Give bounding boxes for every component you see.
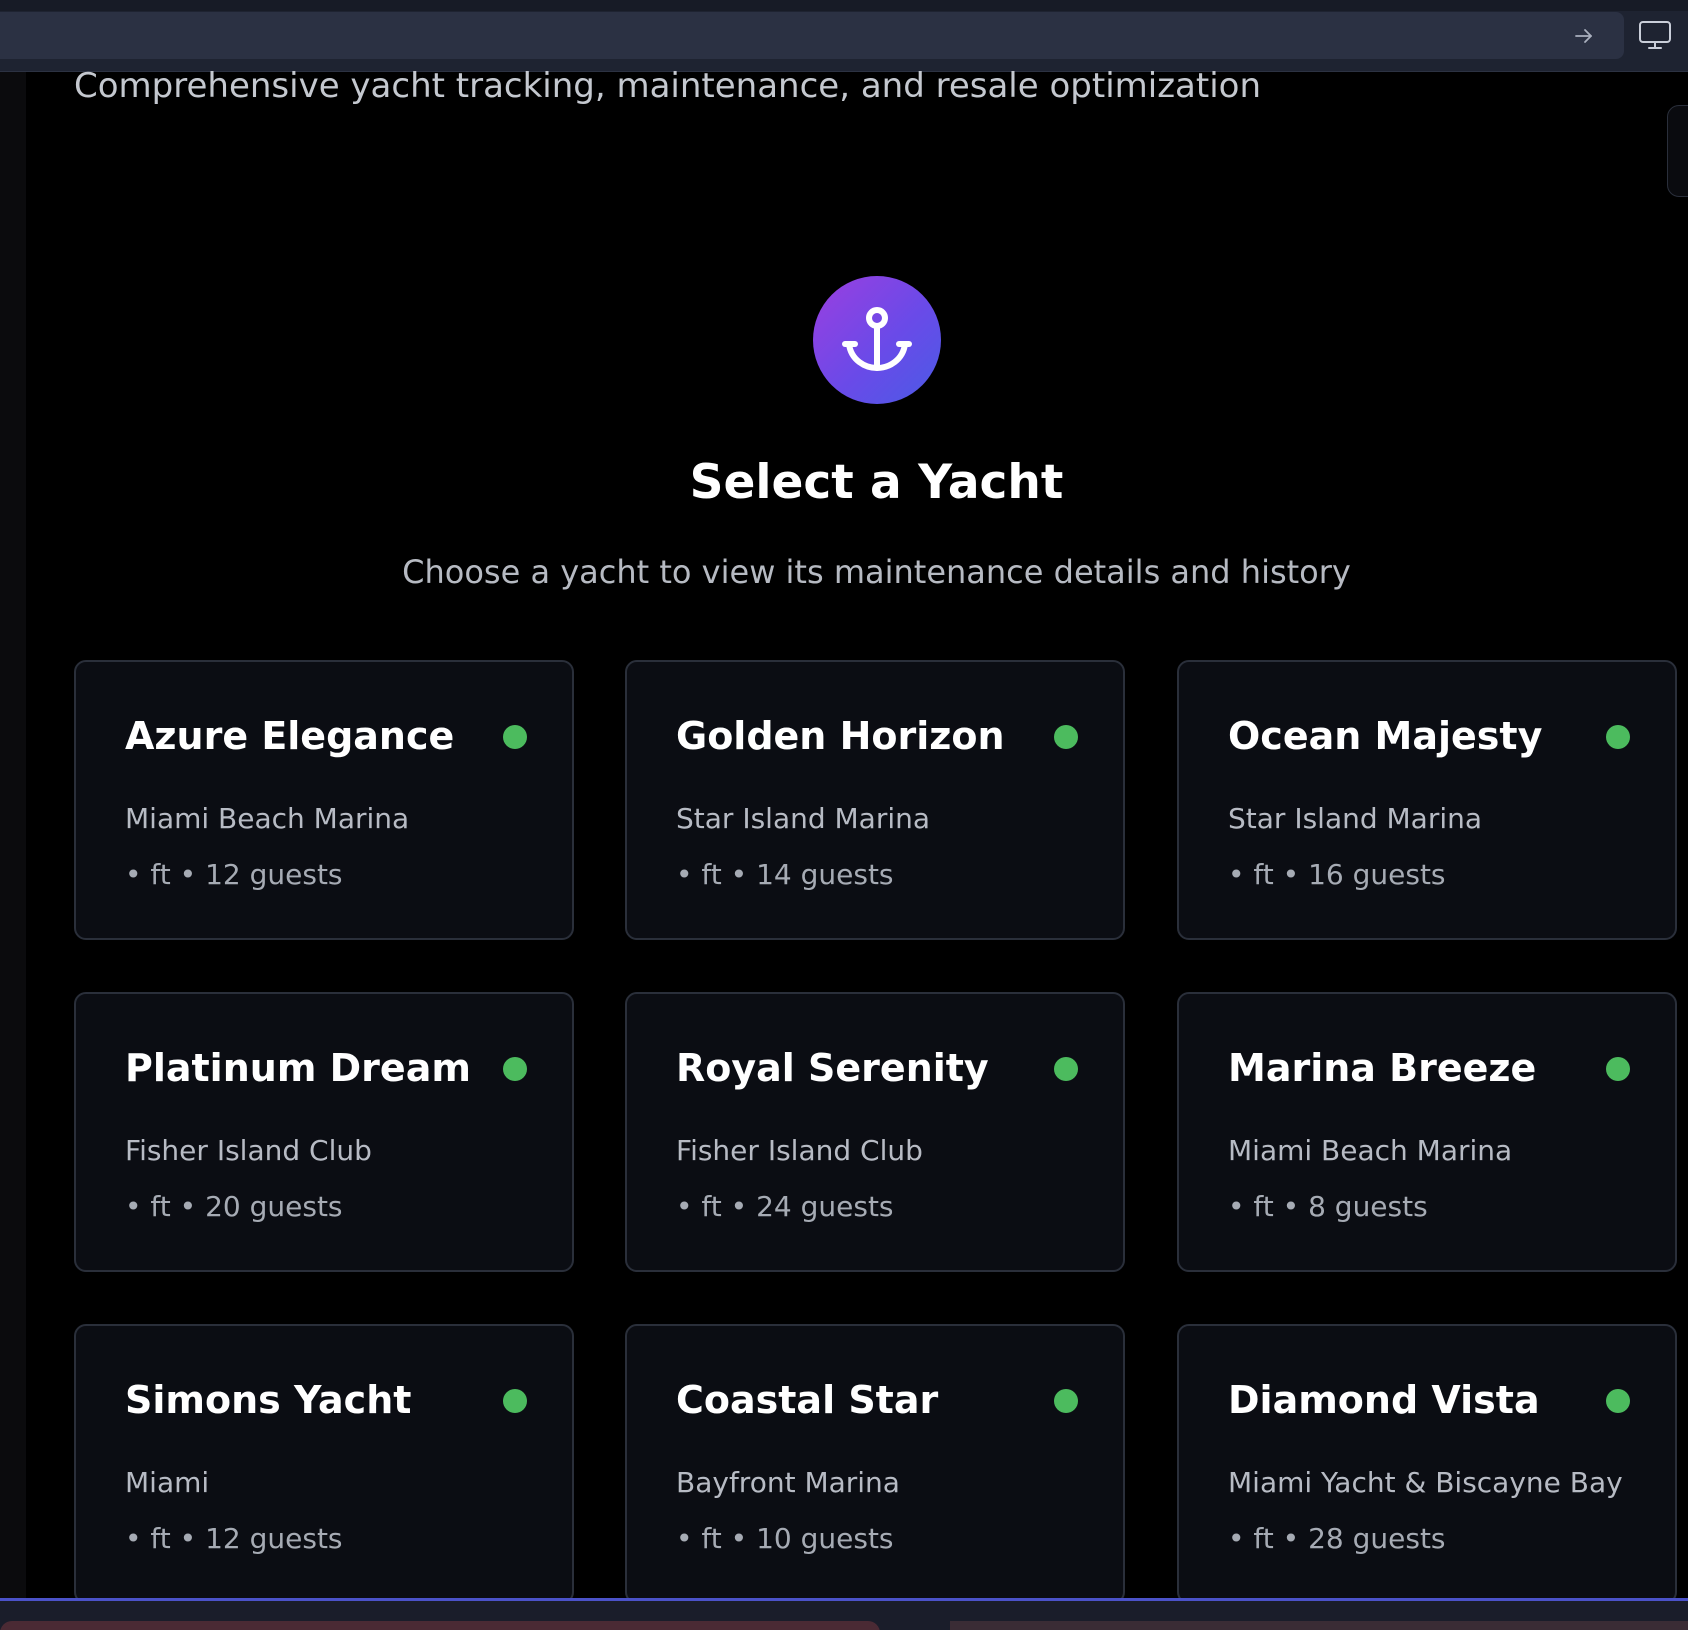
status-indicator	[1054, 1389, 1078, 1413]
yacht-location: Fisher Island Club	[676, 1134, 923, 1167]
status-indicator	[1054, 725, 1078, 749]
yacht-location: Miami Yacht & Biscayne Bay	[1228, 1466, 1623, 1499]
yacht-name: Ocean Majesty	[1228, 714, 1543, 758]
yacht-card-simons-yacht[interactable]: Simons Yacht Miami • ft • 12 guests	[74, 1324, 574, 1604]
yacht-location: Star Island Marina	[676, 802, 931, 835]
page-subtitle: Comprehensive yacht tracking, maintenanc…	[74, 66, 1262, 106]
yacht-location: Miami	[125, 1466, 210, 1499]
status-indicator	[503, 1389, 527, 1413]
yacht-specs: • ft • 8 guests	[1228, 1190, 1428, 1223]
yacht-name: Royal Serenity	[676, 1046, 989, 1090]
yacht-location: Fisher Island Club	[125, 1134, 372, 1167]
address-bar[interactable]	[0, 12, 1624, 59]
side-panel-tab[interactable]	[1667, 105, 1688, 197]
yacht-specs: • ft • 16 guests	[1228, 858, 1446, 891]
taskbar	[0, 1598, 1688, 1630]
yacht-name: Platinum Dream	[125, 1046, 471, 1090]
yacht-name: Diamond Vista	[1228, 1378, 1540, 1422]
yacht-card-azure-elegance[interactable]: Azure Elegance Miami Beach Marina • ft •…	[74, 660, 574, 940]
yacht-name: Marina Breeze	[1228, 1046, 1537, 1090]
yacht-name: Azure Elegance	[125, 714, 455, 758]
yacht-location: Miami Beach Marina	[125, 802, 410, 835]
taskbar-window-thumb[interactable]	[0, 1621, 880, 1630]
yacht-card-golden-horizon[interactable]: Golden Horizon Star Island Marina • ft •…	[625, 660, 1125, 940]
status-indicator	[503, 725, 527, 749]
yacht-card-marina-breeze[interactable]: Marina Breeze Miami Beach Marina • ft • …	[1177, 992, 1677, 1272]
hero-badge	[813, 276, 941, 404]
arrow-right-icon[interactable]	[1572, 24, 1596, 48]
yacht-location: Miami Beach Marina	[1228, 1134, 1513, 1167]
status-indicator	[1054, 1057, 1078, 1081]
status-indicator	[1606, 1057, 1630, 1081]
yacht-card-coastal-star[interactable]: Coastal Star Bayfront Marina • ft • 10 g…	[625, 1324, 1125, 1604]
yacht-specs: • ft • 12 guests	[125, 858, 343, 891]
monitor-icon[interactable]	[1638, 20, 1672, 50]
yacht-card-platinum-dream[interactable]: Platinum Dream Fisher Island Club • ft •…	[74, 992, 574, 1272]
yacht-name: Coastal Star	[676, 1378, 939, 1422]
yacht-name: Golden Horizon	[676, 714, 1005, 758]
anchor-icon	[842, 307, 912, 371]
yacht-specs: • ft • 24 guests	[676, 1190, 894, 1223]
taskbar-window-thumb[interactable]	[950, 1621, 1688, 1630]
app-page: Comprehensive yacht tracking, maintenanc…	[0, 0, 1688, 1630]
yacht-specs: • ft • 20 guests	[125, 1190, 343, 1223]
yacht-card-diamond-vista[interactable]: Diamond Vista Miami Yacht & Biscayne Bay…	[1177, 1324, 1677, 1604]
sidebar-edge	[0, 72, 26, 1602]
yacht-specs: • ft • 10 guests	[676, 1522, 894, 1555]
yacht-specs: • ft • 14 guests	[676, 858, 894, 891]
yacht-specs: • ft • 12 guests	[125, 1522, 343, 1555]
status-indicator	[1606, 725, 1630, 749]
yacht-name: Simons Yacht	[125, 1378, 412, 1422]
yacht-location: Bayfront Marina	[676, 1466, 900, 1499]
yacht-card-royal-serenity[interactable]: Royal Serenity Fisher Island Club • ft •…	[625, 992, 1125, 1272]
page-description: Choose a yacht to view its maintenance d…	[402, 553, 1351, 591]
yacht-location: Star Island Marina	[1228, 802, 1483, 835]
status-indicator	[1606, 1389, 1630, 1413]
yacht-specs: • ft • 28 guests	[1228, 1522, 1446, 1555]
toolbar-strip	[0, 0, 1688, 11]
status-indicator	[503, 1057, 527, 1081]
browser-toolbar	[0, 0, 1688, 72]
page-title: Select a Yacht	[689, 455, 1064, 510]
yacht-card-ocean-majesty[interactable]: Ocean Majesty Star Island Marina • ft • …	[1177, 660, 1677, 940]
